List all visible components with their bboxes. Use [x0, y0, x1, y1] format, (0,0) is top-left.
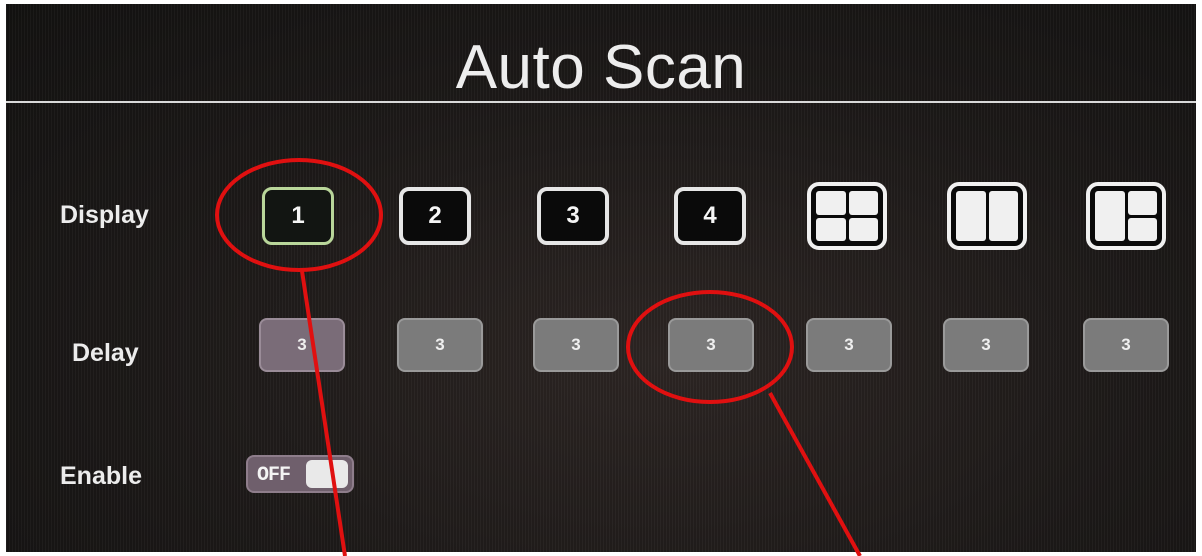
delay-5-button[interactable]: 3	[806, 318, 892, 372]
page-title: Auto Scan	[455, 33, 747, 102]
display-channel-3-button[interactable]: 3	[537, 187, 609, 245]
auto-scan-screen: Auto Scan Display Delay Enable 1 2 3 4 3…	[6, 4, 1196, 552]
delay-1-button[interactable]: 3	[259, 318, 345, 372]
enable-toggle[interactable]: OFF	[246, 455, 354, 493]
quad-split-layout-button[interactable]	[807, 182, 887, 250]
toggle-state-label: OFF	[257, 464, 291, 487]
delay-2-button[interactable]: 3	[397, 318, 483, 372]
display-channel-4-button[interactable]: 4	[674, 187, 746, 245]
toggle-knob	[306, 460, 348, 488]
delay-7-button[interactable]: 3	[1083, 318, 1169, 372]
display-channel-1-button[interactable]: 1	[262, 187, 334, 245]
dual-split-icon	[956, 191, 1018, 241]
delay-4-button[interactable]: 3	[668, 318, 754, 372]
triple-split-icon	[1095, 191, 1157, 241]
enable-row-label: Enable	[60, 462, 142, 490]
delay-3-button[interactable]: 3	[533, 318, 619, 372]
triple-split-layout-button[interactable]	[1086, 182, 1166, 250]
delay-row-label: Delay	[72, 339, 139, 367]
dual-split-layout-button[interactable]	[947, 182, 1027, 250]
delay-6-button[interactable]: 3	[943, 318, 1029, 372]
display-row-label: Display	[60, 201, 149, 229]
quad-split-icon	[816, 191, 878, 241]
title-divider	[6, 101, 1196, 103]
display-channel-2-button[interactable]: 2	[399, 187, 471, 245]
